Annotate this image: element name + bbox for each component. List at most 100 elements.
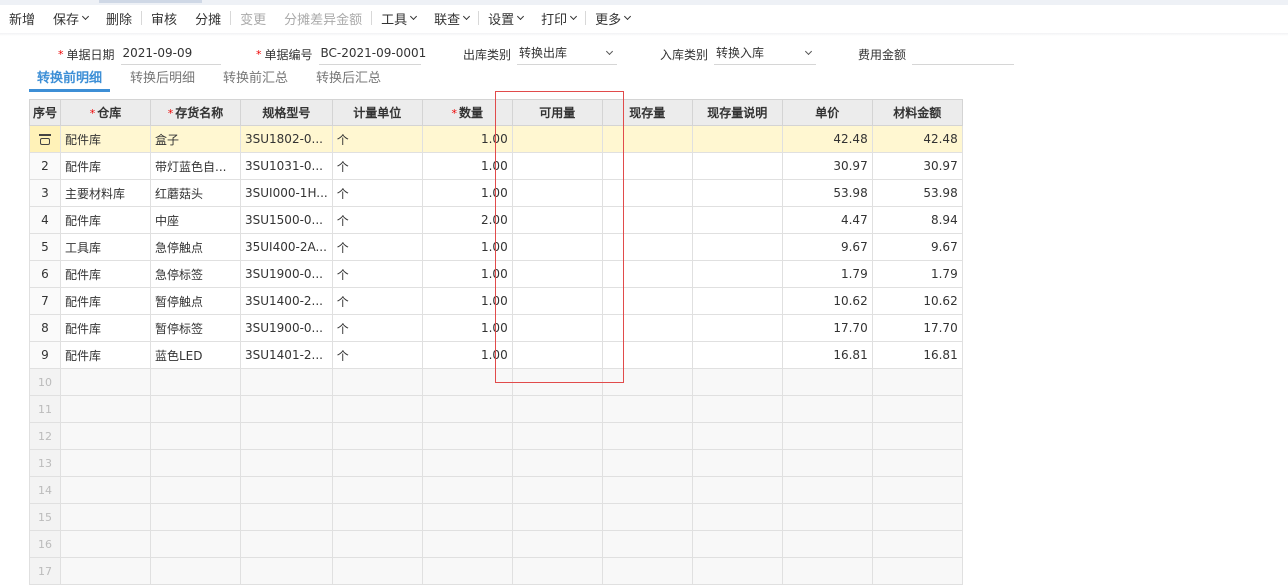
empty-table-row[interactable]: 16 (29, 530, 963, 558)
cell-stock_note[interactable] (691, 503, 783, 531)
cell-warehouse[interactable] (60, 368, 151, 396)
cell-unit[interactable] (331, 422, 423, 450)
cell-spec[interactable] (240, 503, 333, 531)
cell-item[interactable]: 中座 (150, 206, 241, 234)
cell-spec[interactable]: 3SU1500-0... (240, 206, 333, 234)
cell-avail[interactable] (511, 422, 603, 450)
cell-price[interactable]: 17.70 (781, 314, 873, 342)
cell-item[interactable]: 暂停触点 (150, 287, 241, 315)
cell-unit[interactable]: 个 (331, 260, 423, 288)
doc-date-input[interactable]: 2021-09-09 (120, 43, 221, 65)
column-header-stock_note[interactable]: 现存量说明 (691, 99, 783, 126)
cell-unit[interactable]: 个 (331, 314, 423, 342)
cell-stock_note[interactable] (691, 152, 783, 180)
cell-spec[interactable]: 35UI400-2A... (240, 233, 333, 261)
toolbar-button-3[interactable]: 审核 (142, 6, 186, 30)
in-type-select[interactable]: 转换入库 (714, 43, 817, 65)
cell-spec[interactable]: 3SU1900-0... (240, 314, 333, 342)
table-row[interactable]: 9 配件库 蓝色LED 3SU1401-2... 个 1.00 16.81 16.81 (29, 341, 963, 369)
cell-price[interactable]: 30.97 (781, 152, 873, 180)
toolbar-button-7[interactable]: 工具 (372, 6, 425, 30)
cell-stock[interactable] (601, 206, 693, 234)
column-header-qty[interactable]: * 数量 (421, 99, 513, 126)
cell-qty[interactable]: 1.00 (421, 179, 513, 207)
cell-price[interactable] (781, 422, 873, 450)
cell-item[interactable] (150, 557, 241, 585)
cell-stock_note[interactable] (691, 530, 783, 558)
cell-stock[interactable] (601, 287, 693, 315)
empty-table-row[interactable]: 14 (29, 476, 963, 504)
cell-stock_note[interactable] (691, 206, 783, 234)
cell-qty[interactable] (421, 557, 513, 585)
cell-unit[interactable]: 个 (331, 152, 423, 180)
cell-spec[interactable] (240, 395, 333, 423)
cell-avail[interactable] (511, 152, 603, 180)
cell-price[interactable]: 42.48 (781, 125, 873, 153)
cell-stock_note[interactable] (691, 179, 783, 207)
cell-qty[interactable]: 1.00 (421, 233, 513, 261)
cell-avail[interactable] (511, 314, 603, 342)
empty-table-row[interactable]: 13 (29, 449, 963, 477)
table-row[interactable]: 配件库 盒子 3SU1802-0... 个 1.00 42.48 42.48 (29, 125, 963, 153)
cell-item[interactable] (150, 368, 241, 396)
cell-stock_note[interactable] (691, 476, 783, 504)
cell-price[interactable]: 10.62 (781, 287, 873, 315)
cell-stock[interactable] (601, 260, 693, 288)
cell-stock[interactable] (601, 125, 693, 153)
cell-avail[interactable] (511, 125, 603, 153)
cell-item[interactable]: 盒子 (150, 125, 241, 153)
table-row[interactable]: 8 配件库 暂停标签 3SU1900-0... 个 1.00 17.70 17.70 (29, 314, 963, 342)
cell-price[interactable] (781, 530, 873, 558)
cell-stock[interactable] (601, 476, 693, 504)
cell-price[interactable] (781, 476, 873, 504)
cell-seq[interactable]: 7 (29, 287, 61, 315)
cell-item[interactable]: 蓝色LED (150, 341, 241, 369)
cell-unit[interactable] (331, 503, 423, 531)
cell-qty[interactable] (421, 476, 513, 504)
cell-seq[interactable]: 9 (29, 341, 61, 369)
cell-qty[interactable]: 1.00 (421, 341, 513, 369)
cell-amount[interactable] (871, 476, 963, 504)
cell-spec[interactable] (240, 530, 333, 558)
cell-stock_note[interactable] (691, 287, 783, 315)
cell-item[interactable] (150, 395, 241, 423)
cell-stock_note[interactable] (691, 233, 783, 261)
cell-avail[interactable] (511, 260, 603, 288)
cell-warehouse[interactable] (60, 422, 151, 450)
cell-amount[interactable] (871, 395, 963, 423)
out-type-select[interactable]: 转换出库 (517, 43, 618, 65)
cell-qty[interactable] (421, 449, 513, 477)
cell-price[interactable]: 9.67 (781, 233, 873, 261)
cell-unit[interactable]: 个 (331, 125, 423, 153)
cell-stock[interactable] (601, 422, 693, 450)
cell-seq[interactable]: 5 (29, 233, 61, 261)
cell-spec[interactable] (240, 557, 333, 585)
table-row[interactable]: 3 主要材料库 红蘑菇头 3SUI000-1H... 个 1.00 53.98 53.98 (29, 179, 963, 207)
cell-warehouse[interactable]: 配件库 (60, 314, 151, 342)
cell-seq[interactable] (29, 125, 61, 153)
cell-item[interactable]: 暂停标签 (150, 314, 241, 342)
cell-stock_note[interactable] (691, 314, 783, 342)
cell-stock_note[interactable] (691, 260, 783, 288)
cell-warehouse[interactable] (60, 449, 151, 477)
cell-price[interactable]: 1.79 (781, 260, 873, 288)
table-row[interactable]: 7 配件库 暂停触点 3SU1400-2... 个 1.00 10.62 10.62 (29, 287, 963, 315)
cell-avail[interactable] (511, 449, 603, 477)
cell-stock[interactable] (601, 503, 693, 531)
cell-avail[interactable] (511, 287, 603, 315)
cell-qty[interactable]: 1.00 (421, 314, 513, 342)
cell-amount[interactable] (871, 503, 963, 531)
cell-warehouse[interactable]: 配件库 (60, 206, 151, 234)
cell-avail[interactable] (511, 530, 603, 558)
cell-spec[interactable] (240, 449, 333, 477)
cell-unit[interactable] (331, 368, 423, 396)
cell-unit[interactable] (331, 476, 423, 504)
cell-amount[interactable]: 1.79 (871, 260, 963, 288)
cell-price[interactable] (781, 395, 873, 423)
cell-qty[interactable]: 1.00 (421, 152, 513, 180)
cell-qty[interactable]: 1.00 (421, 287, 513, 315)
fee-input[interactable] (912, 43, 1015, 65)
cell-stock_note[interactable] (691, 422, 783, 450)
cell-stock[interactable] (601, 368, 693, 396)
cell-price[interactable]: 53.98 (781, 179, 873, 207)
